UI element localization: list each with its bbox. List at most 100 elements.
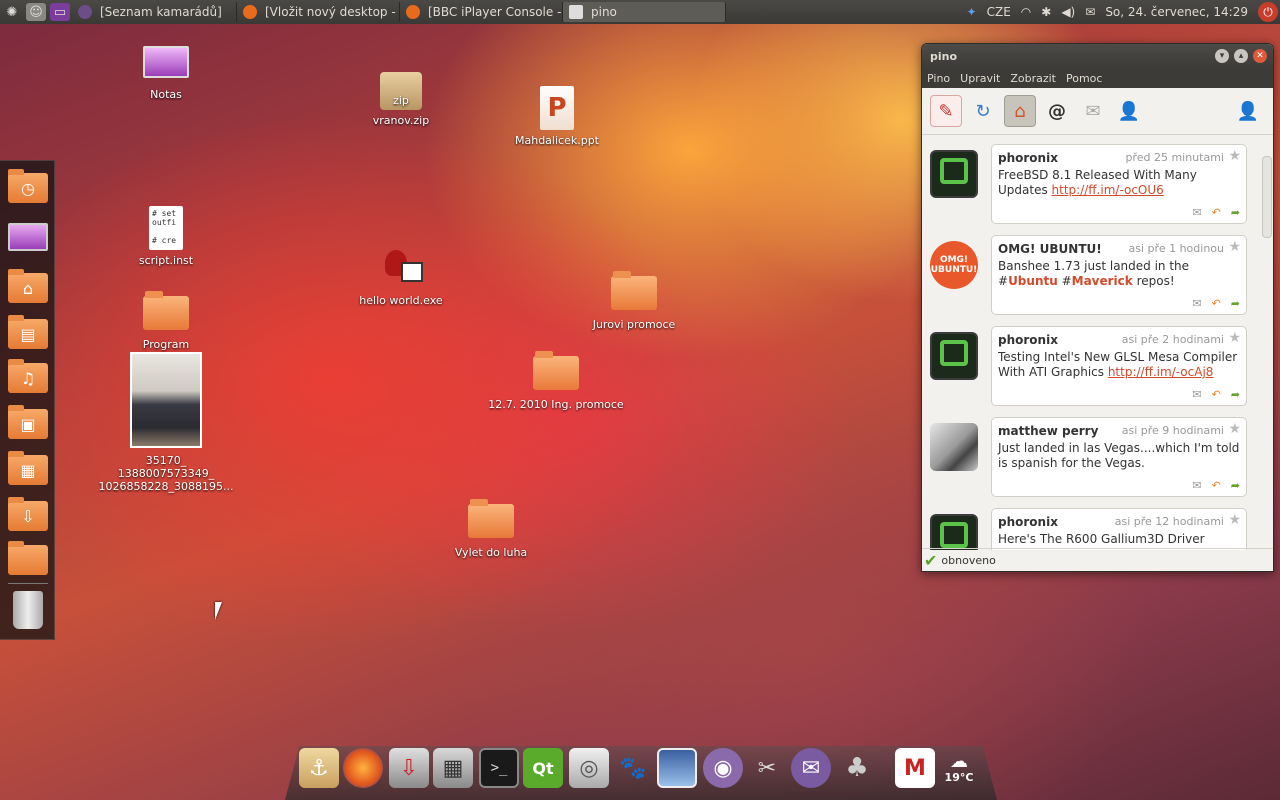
firefox-icon[interactable]: [343, 748, 383, 788]
message-icon[interactable]: ✉: [1192, 388, 1201, 401]
anchor-icon[interactable]: ⚓: [299, 748, 339, 788]
desktop-icon-photo[interactable]: 35170_ 1388007573349_ 1026858228_3088195…: [96, 352, 236, 493]
reply-icon[interactable]: ↶: [1212, 297, 1221, 310]
launcher-recent[interactable]: ◷: [8, 169, 48, 203]
retweet-icon[interactable]: ➦: [1231, 388, 1240, 401]
desktop-icon-program[interactable]: Program: [130, 291, 202, 351]
tweet-author[interactable]: matthew perry: [998, 424, 1098, 438]
window-titlebar[interactable]: pino ▾ ▴ ✕: [922, 44, 1273, 68]
power-icon[interactable]: ⏻: [1258, 2, 1278, 22]
qt-icon[interactable]: Qt: [523, 748, 563, 788]
launcher-pictures[interactable]: ▣: [8, 405, 48, 439]
refresh-button[interactable]: ↻: [968, 96, 998, 126]
launcher-music[interactable]: ♫: [8, 359, 48, 393]
reply-icon[interactable]: ↶: [1212, 388, 1221, 401]
launcher-downloads[interactable]: ⇩: [8, 497, 48, 531]
tweet-item: OMG! UBUNTU! OMG! UBUNTU! asi pře 1 hodi…: [928, 235, 1250, 315]
star-icon[interactable]: ★: [1228, 239, 1241, 255]
desktop-icon-jurovi-promoce[interactable]: Jurovi promoce: [588, 271, 680, 331]
task-pino[interactable]: pino: [563, 2, 726, 22]
volume-icon[interactable]: ◀): [1061, 5, 1075, 19]
tweet-item: phoronix před 25 minutami ★ FreeBSD 8.1 …: [928, 144, 1250, 224]
tweet-author[interactable]: phoronix: [998, 515, 1058, 529]
star-icon[interactable]: ★: [1228, 421, 1241, 437]
launcher-trash[interactable]: [8, 591, 48, 629]
gimp-icon[interactable]: 🐾: [613, 748, 653, 788]
tweet-link[interactable]: http://ff.im/-ocAj8: [1108, 365, 1214, 379]
user-button[interactable]: 👤: [1114, 96, 1144, 126]
star-icon[interactable]: ★: [1228, 330, 1241, 346]
message-icon[interactable]: ✉: [1192, 297, 1201, 310]
chat-bird-icon[interactable]: ✉: [791, 748, 831, 788]
reply-icon[interactable]: ↶: [1212, 479, 1221, 492]
menu-pino[interactable]: Pino: [922, 72, 955, 85]
hashtag-ubuntu[interactable]: Ubuntu: [1008, 274, 1058, 288]
desktop-icon-mahdalicek-ppt[interactable]: P Mahdalicek.ppt: [510, 86, 604, 147]
star-icon[interactable]: ★: [1228, 148, 1241, 164]
calculator-icon[interactable]: ▦: [433, 748, 473, 788]
retweet-icon[interactable]: ➦: [1231, 479, 1240, 492]
download-icon: ⇩: [21, 507, 35, 526]
minimize-button[interactable]: ▾: [1215, 49, 1229, 63]
desktop-icon-vranov-zip[interactable]: zip vranov.zip: [361, 72, 441, 127]
bluetooth-icon[interactable]: ✱: [1041, 5, 1051, 19]
hashtag-maverick[interactable]: Maverick: [1072, 274, 1133, 288]
task-seznam-kamaradu[interactable]: [Seznam kamarádů]: [72, 2, 237, 22]
gmail-icon[interactable]: M: [895, 748, 935, 788]
clock[interactable]: So, 24. červenec, 14:29: [1105, 5, 1248, 19]
tweet-author[interactable]: phoronix: [998, 333, 1058, 347]
messages-button[interactable]: ✉: [1078, 96, 1108, 126]
menu-zobrazit[interactable]: Zobrazit: [1005, 72, 1061, 85]
desktop-icon-promoce-folder[interactable]: 12.7. 2010 Ing. promoce: [486, 351, 626, 411]
mail-icon[interactable]: ✉: [1085, 5, 1095, 19]
tweet-link[interactable]: http://ff.im/-ocOU6: [1052, 183, 1164, 197]
maximize-button[interactable]: ▴: [1234, 49, 1248, 63]
tree-icon[interactable]: ♣: [837, 748, 877, 788]
star-icon[interactable]: ★: [1228, 512, 1241, 528]
firefox-icon: [243, 5, 257, 19]
launcher-folder[interactable]: [8, 541, 48, 575]
launcher-home[interactable]: ⌂: [8, 269, 48, 303]
retweet-icon[interactable]: ➦: [1231, 206, 1240, 219]
tweet-text: Testing Intel's New GLSL Mesa Compiler W…: [998, 350, 1238, 379]
menu-pomoc[interactable]: Pomoc: [1061, 72, 1107, 85]
menu-upravit[interactable]: Upravit: [955, 72, 1005, 85]
terminal-icon[interactable]: >_: [479, 748, 519, 788]
desktop-icon-vylet-do-luha[interactable]: Vylet do luha: [446, 499, 536, 559]
feed-scrollbar[interactable]: [1261, 156, 1272, 546]
launcher-documents[interactable]: ▤: [8, 315, 48, 349]
pidgin-icon[interactable]: ◉: [703, 748, 743, 788]
reply-icon[interactable]: ↶: [1212, 206, 1221, 219]
desktop-icon-hello-world-exe[interactable]: hello world.exe: [356, 246, 446, 307]
message-icon[interactable]: ✉: [1192, 206, 1201, 219]
launcher-videos[interactable]: ▦: [8, 451, 48, 485]
task-vlozit-desktop[interactable]: [Vložit nový desktop - ...: [237, 2, 400, 22]
close-button[interactable]: ✕: [1253, 49, 1267, 63]
phoronix-avatar: [930, 514, 978, 550]
desktop-icon-notas[interactable]: Notas: [126, 46, 206, 101]
desktop-icon-script-inst[interactable]: # set outfi # cre script.inst: [130, 206, 202, 267]
compose-button[interactable]: ✎: [930, 95, 962, 127]
dropbox-icon[interactable]: ✦: [967, 5, 977, 19]
media-player-icon[interactable]: ◎: [569, 748, 609, 788]
ubuntu-logo-icon[interactable]: ✺: [2, 3, 22, 21]
weather-icon[interactable]: ☁ 19°C: [939, 748, 979, 788]
image-viewer-icon[interactable]: [657, 748, 697, 788]
show-desktop-icon[interactable]: ▭: [50, 3, 70, 21]
task-bbc-iplayer[interactable]: [BBC iPlayer Console -...: [400, 2, 563, 22]
launcher-computer[interactable]: [8, 219, 48, 253]
user-avatar-icon[interactable]: ☺: [26, 3, 46, 21]
tweet-author[interactable]: phoronix: [998, 151, 1058, 165]
message-icon[interactable]: ✉: [1192, 479, 1201, 492]
retweet-icon[interactable]: ➦: [1231, 297, 1240, 310]
task-label: [BBC iPlayer Console -...: [428, 5, 563, 19]
video-editor-icon[interactable]: ✂: [747, 748, 787, 788]
account-button[interactable]: 👤: [1233, 96, 1263, 126]
tweet-author[interactable]: OMG! UBUNTU!: [998, 242, 1102, 256]
scrollbar-thumb[interactable]: [1262, 156, 1272, 238]
installer-icon[interactable]: ⇩: [389, 748, 429, 788]
keyboard-layout-indicator[interactable]: CZE: [987, 5, 1011, 19]
home-timeline-button[interactable]: ⌂: [1004, 95, 1036, 127]
wifi-icon[interactable]: ◠: [1021, 5, 1031, 19]
mentions-button[interactable]: @: [1042, 96, 1072, 126]
